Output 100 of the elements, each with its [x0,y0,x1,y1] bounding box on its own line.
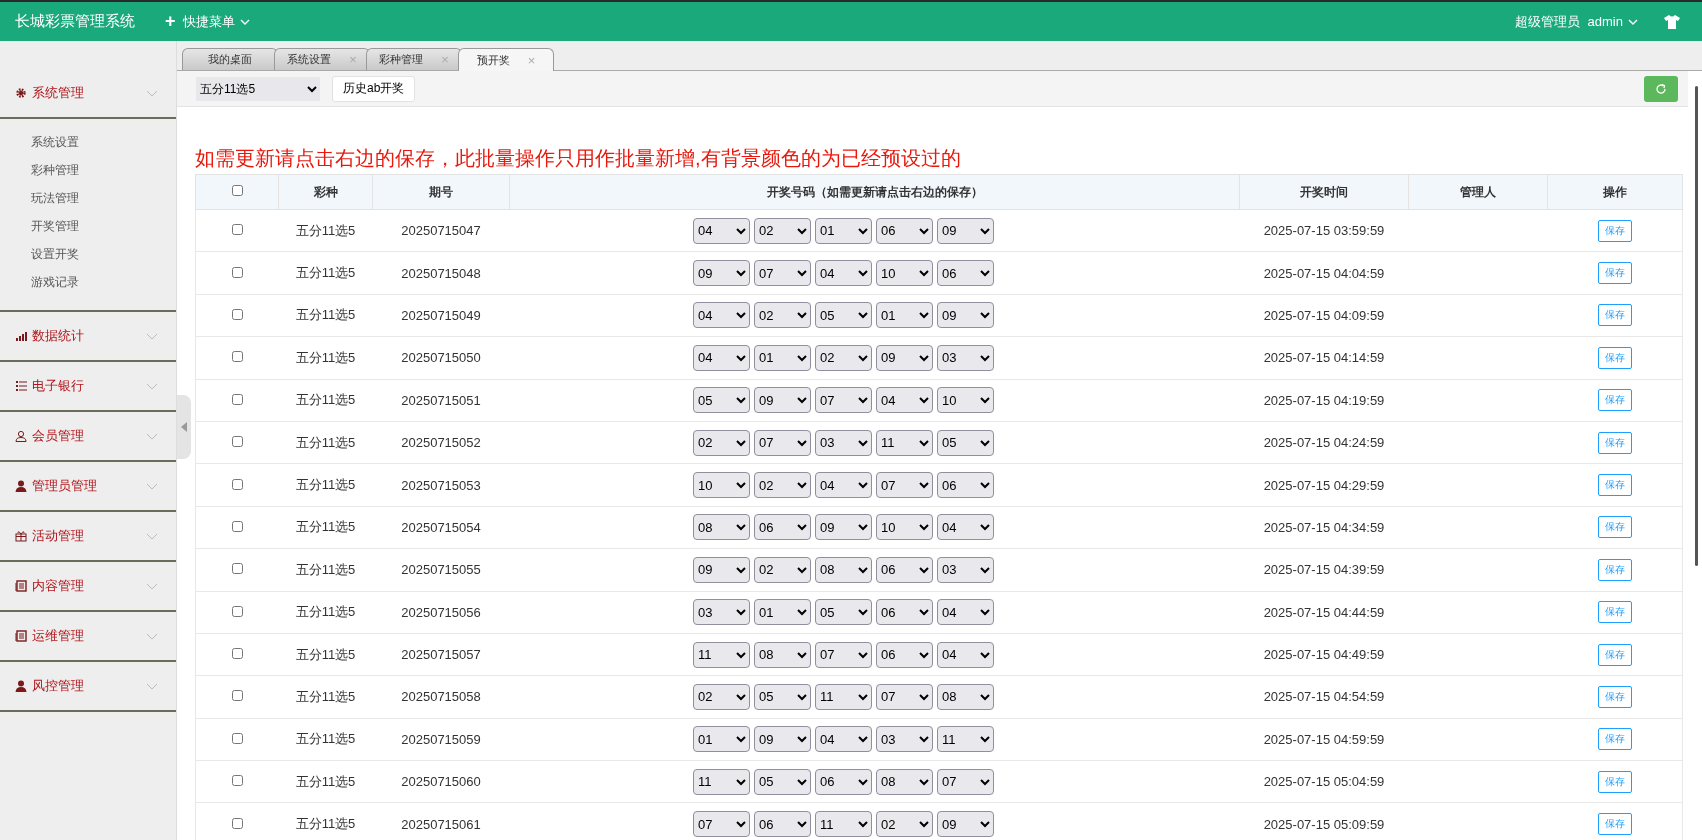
number-select[interactable]: 03 [937,556,994,583]
number-select[interactable]: 09 [815,514,872,541]
sidebar-group[interactable]: 数据统计 [0,312,176,360]
row-checkbox[interactable] [231,563,243,575]
number-select[interactable]: 04 [937,514,994,541]
number-select[interactable]: 09 [693,556,750,583]
sidebar-group[interactable]: 会员管理 [0,412,176,460]
number-select[interactable]: 10 [937,387,994,414]
number-select[interactable]: 11 [876,429,933,456]
sidebar-group[interactable]: 管理员管理 [0,462,176,510]
tab[interactable]: 预开奖 × [458,48,554,71]
row-checkbox[interactable] [231,224,243,236]
collapse-handle[interactable] [177,395,191,459]
sidebar-group[interactable]: 系统管理 [0,69,176,117]
number-select[interactable]: 09 [937,302,994,329]
number-select[interactable]: 01 [693,726,750,753]
number-select[interactable]: 09 [937,811,994,838]
number-select[interactable]: 07 [937,768,994,795]
number-select[interactable]: 08 [815,556,872,583]
history-button[interactable]: 历史ab开奖 [332,75,416,102]
number-select[interactable]: 02 [693,684,750,710]
number-select[interactable]: 04 [693,217,750,244]
sidebar-item[interactable]: 系统设置 [0,128,176,156]
number-select[interactable]: 06 [815,768,872,795]
number-select[interactable]: 04 [693,344,750,371]
sidebar-item[interactable]: 彩种管理 [0,156,176,184]
select-all-checkbox[interactable] [231,185,243,196]
number-select[interactable]: 06 [876,217,933,244]
sidebar-group[interactable]: 活动管理 [0,512,176,560]
number-select[interactable]: 05 [815,599,872,626]
sidebar-item[interactable]: 开奖管理 [0,212,176,240]
row-checkbox[interactable] [231,690,243,702]
number-select[interactable]: 08 [693,514,750,541]
number-select[interactable]: 04 [815,726,872,753]
number-select[interactable]: 09 [754,387,811,414]
number-select[interactable]: 05 [754,768,811,795]
sidebar-group[interactable]: 运维管理 [0,612,176,660]
number-select[interactable]: 03 [815,429,872,456]
row-checkbox[interactable] [231,351,243,363]
number-select[interactable]: 02 [693,429,750,456]
number-select[interactable]: 03 [937,344,994,371]
sidebar-item[interactable]: 玩法管理 [0,184,176,212]
number-select[interactable]: 08 [937,684,994,710]
number-select[interactable]: 10 [876,260,933,287]
number-select[interactable]: 06 [876,641,933,668]
row-checkbox[interactable] [231,266,243,278]
number-select[interactable]: 05 [937,429,994,456]
number-select[interactable]: 08 [754,641,811,668]
row-checkbox[interactable] [231,520,243,532]
sidebar-group[interactable]: 风控管理 [0,662,176,710]
number-select[interactable]: 02 [876,811,933,838]
sidebar-item[interactable]: 游戏记录 [0,268,176,296]
number-select[interactable]: 06 [937,260,994,287]
number-select[interactable]: 05 [693,387,750,414]
sidebar-group[interactable]: 内容管理 [0,562,176,610]
number-select[interactable]: 11 [693,768,750,795]
number-select[interactable]: 06 [937,472,994,499]
number-select[interactable]: 08 [876,768,933,795]
row-checkbox[interactable] [231,308,243,320]
number-select[interactable]: 02 [754,302,811,329]
row-checkbox[interactable] [231,436,243,448]
sidebar-group[interactable]: 电子银行 [0,362,176,410]
number-select[interactable]: 06 [754,514,811,541]
number-select[interactable]: 10 [693,472,750,499]
t-shirt-icon[interactable] [1664,14,1680,29]
number-select[interactable]: 07 [815,641,872,668]
number-select[interactable]: 04 [937,599,994,626]
number-select[interactable]: 09 [876,344,933,371]
number-select[interactable]: 05 [754,684,811,710]
number-select[interactable]: 03 [693,599,750,626]
number-select[interactable]: 05 [815,302,872,329]
number-select[interactable]: 04 [815,260,872,287]
number-select[interactable]: 02 [754,472,811,499]
row-checkbox[interactable] [231,393,243,405]
row-checkbox[interactable] [231,817,243,829]
number-select[interactable]: 07 [876,472,933,499]
row-checkbox[interactable] [231,732,243,744]
number-select[interactable]: 09 [754,726,811,753]
number-select[interactable]: 07 [693,811,750,838]
number-select[interactable]: 06 [876,599,933,626]
number-select[interactable]: 03 [876,726,933,753]
number-select[interactable]: 04 [815,472,872,499]
number-select[interactable]: 07 [754,260,811,287]
number-select[interactable]: 11 [937,726,994,753]
number-select[interactable]: 09 [937,217,994,244]
row-checkbox[interactable] [231,478,243,490]
number-select[interactable]: 07 [754,429,811,456]
lottery-select[interactable]: 五分11选5 [196,76,320,101]
number-select[interactable]: 01 [754,599,811,626]
number-select[interactable]: 04 [876,387,933,414]
number-select[interactable]: 11 [693,641,750,668]
number-select[interactable]: 04 [937,641,994,668]
number-select[interactable]: 02 [815,344,872,371]
row-checkbox[interactable] [231,775,243,787]
number-select[interactable]: 07 [876,684,933,710]
number-select[interactable]: 06 [876,556,933,583]
number-select[interactable]: 11 [815,684,872,710]
number-select[interactable]: 01 [815,217,872,244]
number-select[interactable]: 04 [693,302,750,329]
row-checkbox[interactable] [231,605,243,617]
